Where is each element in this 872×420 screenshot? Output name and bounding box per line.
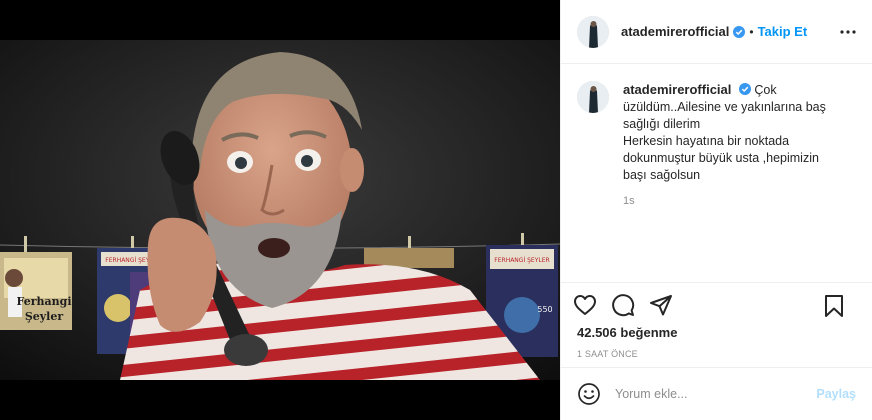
comment-input[interactable] [615,387,817,401]
caption-avatar[interactable] [577,81,609,113]
share-button[interactable] [649,293,677,321]
caption-line: dokunmuştur büyük usta ,hepimizin [623,151,819,165]
save-button[interactable] [822,294,850,322]
caption-time: 1s [623,195,635,207]
action-bar [561,282,872,330]
comment-icon [612,293,635,316]
post-header: atademirerofficial • Takip Et [561,0,872,64]
verified-badge-icon [733,25,746,38]
caption-line: Çok [754,83,777,97]
instagram-post: Ferhangi Şeyler FERHANGİ ŞEYLER FERHANGİ… [0,0,872,420]
like-button[interactable] [573,293,601,321]
share-icon [650,294,672,315]
add-comment-bar: Paylaş [561,367,872,420]
caption-line: Herkesin hayatına bir noktada [623,134,790,148]
likes-count[interactable]: 42.506 beğenme [577,325,677,340]
post-media[interactable]: Ferhangi Şeyler FERHANGİ ŞEYLER FERHANGİ… [0,0,560,420]
avatar[interactable] [577,15,609,48]
avatar-image [577,15,609,48]
caption-text: atademirerofficial Çok üzüldüm..Ailesine… [623,81,848,210]
comment-button[interactable] [611,293,639,321]
bookmark-icon [825,295,843,317]
emoji-icon[interactable] [577,382,601,406]
separator-dot: • [749,24,754,39]
caption-line: başı sağolsun [623,168,701,182]
poster-left-title-1: Ferhangi [17,295,72,308]
avatar-image [577,81,609,113]
post-photo[interactable]: Ferhangi Şeyler FERHANGİ ŞEYLER FERHANGİ… [0,40,560,380]
caption-line: sağlığı dilerim [623,117,701,131]
comments-area[interactable]: atademirerofficial Çok üzüldüm..Ailesine… [561,65,872,283]
caption-row: atademirerofficial Çok üzüldüm..Ailesine… [577,81,856,210]
photo-illustration: Ferhangi Şeyler FERHANGİ ŞEYLER FERHANGİ… [0,40,560,380]
poster-right-number: 550 [537,305,552,314]
caption-username[interactable]: atademirerofficial [623,82,731,97]
post-timestamp[interactable]: 1 SAAT ÖNCE [577,349,638,359]
verified-badge-icon [738,83,751,95]
poster-left-title-2: Şeyler [25,310,64,323]
post-side-panel: atademirerofficial • Takip Et atademirer… [560,0,872,420]
more-options-icon[interactable] [838,24,858,40]
post-comment-button[interactable]: Paylaş [816,387,856,401]
follow-button[interactable]: Takip Et [758,24,808,39]
caption-line: üzüldüm..Ailesine ve yakınlarına baş [623,100,826,114]
heart-icon [574,294,596,315]
poster-right-title: FERHANGİ ŞEYLER [494,257,549,264]
username[interactable]: atademirerofficial [621,24,729,39]
